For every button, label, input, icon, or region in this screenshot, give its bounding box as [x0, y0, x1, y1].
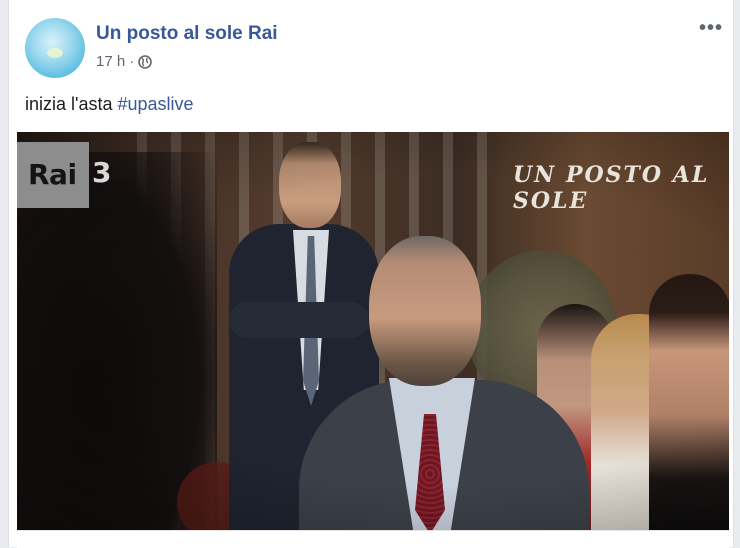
globe-icon[interactable] [138, 55, 153, 69]
rai-logo-text: Rai [28, 158, 77, 191]
video-player[interactable]: Rai 3 UN POSTO AL SOLE [17, 132, 729, 530]
avatar-sun-graphic [47, 48, 63, 58]
caption-text: inizia l'asta [25, 94, 118, 114]
rai-logo-number: 3 [92, 156, 112, 189]
post-caption: inizia l'asta #upaslive [25, 94, 194, 115]
rai-channel-logo: Rai [17, 142, 89, 208]
post-timestamp[interactable]: 17 h [96, 53, 125, 70]
post-footer-strip [17, 530, 729, 548]
hashtag-link[interactable]: #upaslive [117, 94, 193, 114]
show-logo: UN POSTO AL SOLE [513, 162, 710, 214]
post-meta: 17 h · [96, 53, 153, 70]
more-options-button[interactable]: ••• [699, 18, 723, 38]
page-avatar[interactable] [25, 18, 85, 78]
meta-separator: · [129, 53, 135, 70]
page-name-link[interactable]: Un posto al sole Rai [96, 23, 278, 45]
facebook-post: Un posto al sole Rai 17 h · ••• inizia l… [8, 0, 734, 548]
